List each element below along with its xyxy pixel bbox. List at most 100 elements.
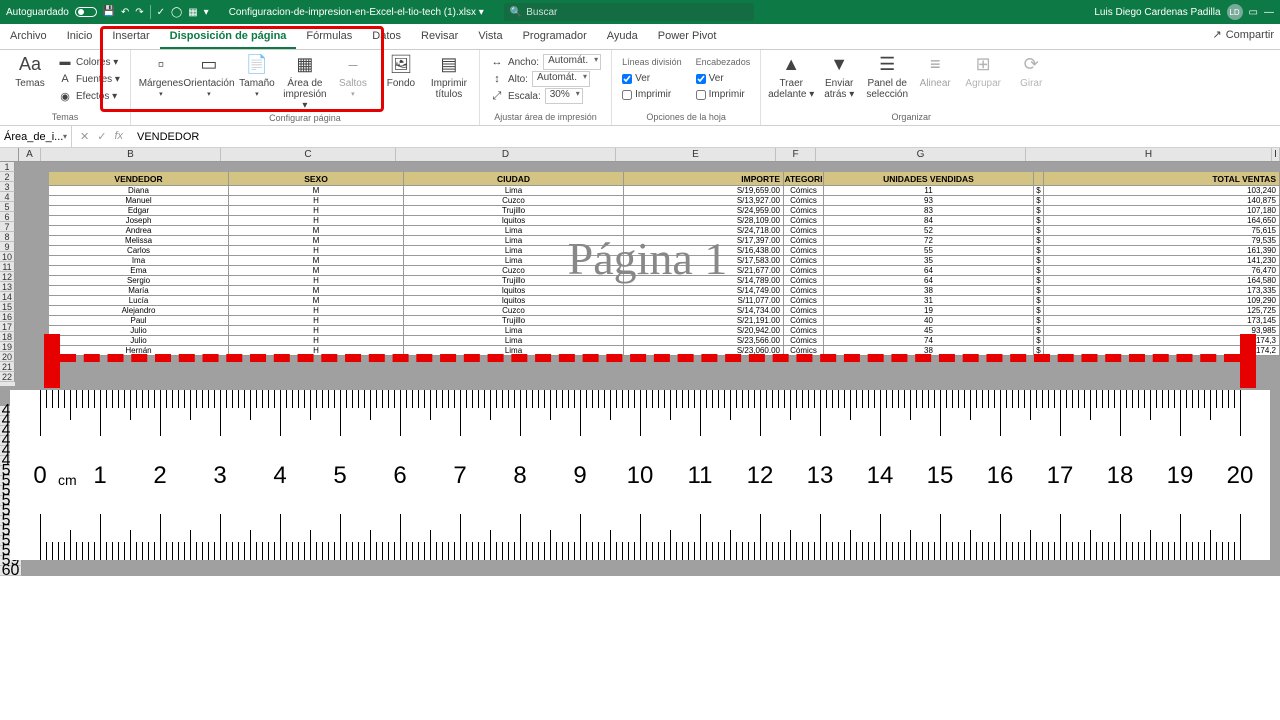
table-cell[interactable]: $ (1034, 286, 1044, 296)
margenes-button[interactable]: ▫Márgenes▾ (137, 52, 185, 101)
temas-button[interactable]: Aa Temas (6, 52, 54, 91)
table-cell[interactable]: 40 (824, 316, 1034, 326)
name-box[interactable]: Área_de_i... (0, 126, 72, 147)
table-cell[interactable]: 76,470 (1044, 266, 1280, 276)
table-cell[interactable]: S/23,566.00 (624, 336, 784, 346)
table-cell[interactable]: 74 (824, 336, 1034, 346)
table-cell[interactable]: 83 (824, 206, 1034, 216)
fondo-button[interactable]: 🖼Fondo (377, 52, 425, 91)
table-cell[interactable]: M (229, 226, 404, 236)
table-cell[interactable]: M (229, 266, 404, 276)
table-header-cell[interactable]: UNIDADES VENDIDAS (824, 172, 1034, 186)
table-cell[interactable]: Iquitos (404, 296, 624, 306)
table-cell[interactable]: S/20,942.00 (624, 326, 784, 336)
table-cell[interactable]: 79,535 (1044, 236, 1280, 246)
row-header[interactable]: 10 (0, 252, 15, 262)
alto-combo[interactable]: Automát. (532, 71, 590, 87)
table-cell[interactable]: Sergio (49, 276, 229, 286)
table-cell[interactable]: Cuzco (404, 306, 624, 316)
col-header-B[interactable]: B (41, 148, 221, 161)
col-header-E[interactable]: E (616, 148, 776, 161)
table-cell[interactable]: Cómics (784, 206, 824, 216)
tab-vista[interactable]: Vista (468, 24, 512, 49)
qat-dropdown-icon[interactable]: ▾ (204, 7, 209, 18)
table-cell[interactable]: S/11,077.00 (624, 296, 784, 306)
table-cell[interactable]: Ima (49, 256, 229, 266)
table-cell[interactable]: H (229, 246, 404, 256)
table-cell[interactable]: $ (1034, 226, 1044, 236)
select-all-corner[interactable] (0, 148, 19, 161)
orientacion-button[interactable]: ▭Orientación▾ (185, 52, 233, 101)
table-cell[interactable]: $ (1034, 236, 1044, 246)
row-header[interactable]: 13 (0, 282, 15, 292)
table-cell[interactable]: 103,240 (1044, 186, 1280, 196)
col-header-I[interactable]: I (1272, 148, 1280, 161)
autoguardado-toggle[interactable] (75, 7, 97, 17)
table-header-cell[interactable]: TOTAL VENTAS (1044, 172, 1280, 186)
table-cell[interactable]: $ (1034, 196, 1044, 206)
table-cell[interactable]: Carlos (49, 246, 229, 256)
table-cell[interactable]: $ (1034, 206, 1044, 216)
table-cell[interactable]: Cómics (784, 186, 824, 196)
table-cell[interactable]: 64 (824, 266, 1034, 276)
accept-formula-icon[interactable]: ✓ (97, 130, 106, 143)
col-header-A[interactable]: A (19, 148, 41, 161)
tab-disposición-de-página[interactable]: Disposición de página (160, 24, 297, 49)
row-header[interactable]: 20 (0, 352, 15, 362)
table-cell[interactable]: Cómics (784, 316, 824, 326)
table-cell[interactable]: S/24,718.00 (624, 226, 784, 236)
table-cell[interactable]: M (229, 236, 404, 246)
table-cell[interactable]: $ (1034, 326, 1044, 336)
table-cell[interactable]: H (229, 276, 404, 286)
table-cell[interactable]: $ (1034, 316, 1044, 326)
table-cell[interactable]: Cómics (784, 296, 824, 306)
tab-insertar[interactable]: Insertar (102, 24, 159, 49)
table-cell[interactable]: 84 (824, 216, 1034, 226)
table-cell[interactable]: 35 (824, 256, 1034, 266)
table-cell[interactable]: 164,580 (1044, 276, 1280, 286)
encab-ver-checkbox[interactable]: Ver (696, 71, 751, 86)
table-cell[interactable]: 55 (824, 246, 1034, 256)
table-cell[interactable]: Andrea (49, 226, 229, 236)
escala-spinner[interactable]: 30% (545, 88, 583, 104)
table-cell[interactable]: Cómics (784, 276, 824, 286)
save-icon[interactable]: 💾 (103, 6, 115, 18)
traer-adelante-button[interactable]: ▲Traer adelante ▾ (767, 52, 815, 102)
row-header[interactable]: 3 (0, 182, 15, 192)
redo-icon[interactable]: ↷ (135, 7, 143, 18)
cancel-formula-icon[interactable]: ✕ (80, 130, 89, 143)
girar-button[interactable]: ⟳Girar (1007, 52, 1055, 91)
table-cell[interactable]: Cuzco (404, 196, 624, 206)
table-cell[interactable]: M (229, 256, 404, 266)
table-header-cell[interactable]: CIUDAD (404, 172, 624, 186)
formula-input[interactable]: VENDEDOR (131, 131, 1280, 143)
table-cell[interactable]: Cómics (784, 326, 824, 336)
circle-icon[interactable]: ◯ (171, 7, 182, 18)
table-cell[interactable]: S/17,583.00 (624, 256, 784, 266)
table-cell[interactable]: 164,650 (1044, 216, 1280, 226)
grid[interactable]: Página 1 VENDEDORSEXOCIUDADIMPORTEATEGOR… (15, 162, 1280, 386)
table-cell[interactable]: Cómics (784, 256, 824, 266)
table-cell[interactable]: Lima (404, 226, 624, 236)
row-header[interactable]: 8 (0, 232, 15, 242)
table-cell[interactable]: M (229, 286, 404, 296)
table-cell[interactable]: S/24,959.00 (624, 206, 784, 216)
row-header[interactable]: 4 (0, 192, 15, 202)
table-cell[interactable]: Cómics (784, 236, 824, 246)
grid-icon[interactable]: ▦ (188, 7, 197, 18)
table-cell[interactable]: 141,230 (1044, 256, 1280, 266)
table-cell[interactable]: Edgar (49, 206, 229, 216)
table-cell[interactable]: S/28,109.00 (624, 216, 784, 226)
table-cell[interactable]: $ (1034, 216, 1044, 226)
table-header-cell[interactable]: ATEGORI (784, 172, 824, 186)
tab-revisar[interactable]: Revisar (411, 24, 468, 49)
lineas-ver-checkbox[interactable]: Ver (622, 71, 682, 86)
table-cell[interactable]: S/13,927.00 (624, 196, 784, 206)
table-cell[interactable]: Melissa (49, 236, 229, 246)
table-cell[interactable]: Cómics (784, 216, 824, 226)
tab-power-pivot[interactable]: Power Pivot (648, 24, 727, 49)
table-cell[interactable]: 31 (824, 296, 1034, 306)
table-cell[interactable]: Lima (404, 236, 624, 246)
colores-button[interactable]: ▬Colores ▾ (58, 54, 120, 70)
minimize-icon[interactable]: — (1264, 7, 1274, 18)
